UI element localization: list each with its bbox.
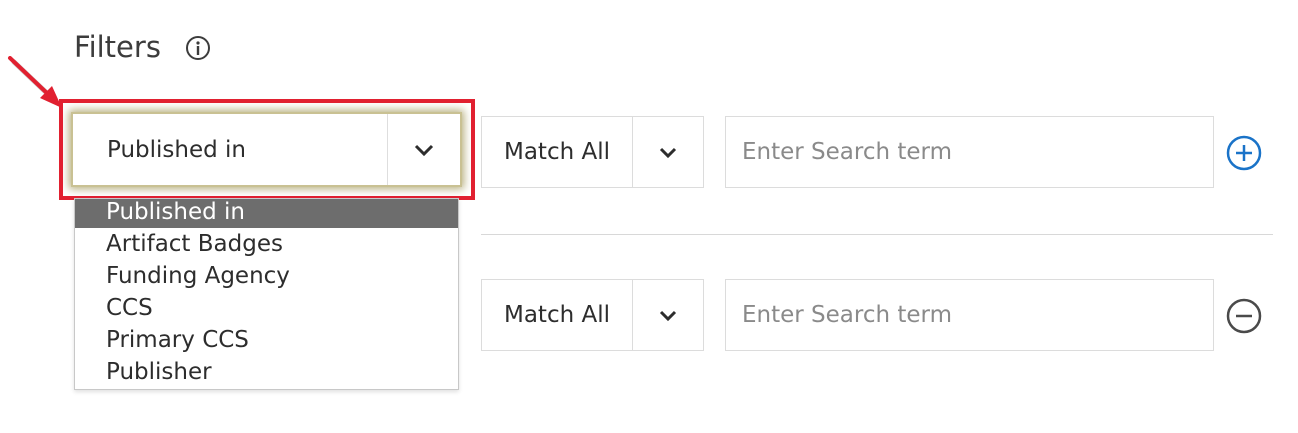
red-arrow-icon bbox=[8, 56, 62, 108]
filters-heading: Filters bbox=[74, 30, 211, 64]
match-select-value: Match All bbox=[482, 117, 633, 187]
dropdown-option-published-in[interactable]: Published in bbox=[75, 199, 458, 228]
search-input[interactable] bbox=[725, 116, 1214, 188]
dropdown-option-ccs[interactable]: CCS bbox=[75, 292, 458, 324]
row-divider bbox=[481, 234, 1273, 235]
field-dropdown-list: Published in Artifact Badges Funding Age… bbox=[74, 198, 459, 390]
chevron-down-icon[interactable] bbox=[633, 280, 703, 350]
match-select[interactable]: Match All bbox=[481, 279, 704, 351]
search-input[interactable] bbox=[725, 279, 1214, 351]
field-select-value: Published in bbox=[107, 136, 247, 163]
filters-title: Filters bbox=[74, 30, 161, 64]
dropdown-option-primary-ccs[interactable]: Primary CCS bbox=[75, 324, 458, 356]
chevron-down-icon[interactable] bbox=[633, 117, 703, 187]
match-select-value: Match All bbox=[482, 280, 633, 350]
info-icon[interactable] bbox=[185, 34, 211, 60]
plus-circle-icon[interactable] bbox=[1224, 133, 1264, 173]
dropdown-option-artifact-badges[interactable]: Artifact Badges bbox=[75, 228, 458, 260]
dropdown-option-publisher[interactable]: Publisher bbox=[75, 356, 458, 388]
match-select[interactable]: Match All bbox=[481, 116, 704, 188]
field-select[interactable]: Published in bbox=[71, 112, 462, 187]
filters-panel: Filters Published in Match All Enter Sea… bbox=[0, 0, 1298, 433]
minus-circle-icon[interactable] bbox=[1224, 296, 1264, 336]
dropdown-option-funding-agency[interactable]: Funding Agency bbox=[75, 260, 458, 292]
chevron-down-icon[interactable] bbox=[387, 114, 460, 185]
